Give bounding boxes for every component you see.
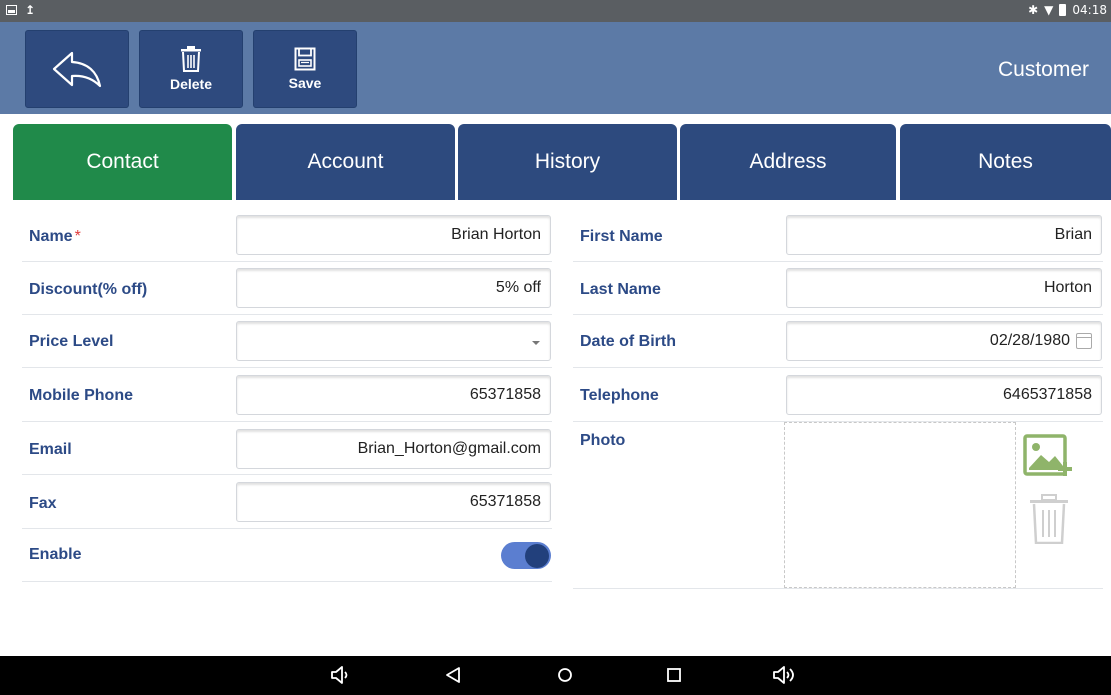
toggle-knob [525,543,549,568]
save-button[interactable]: Save [253,30,357,108]
back-button[interactable] [25,30,129,108]
fax-input[interactable]: 65371858 [236,482,551,522]
tab-contact[interactable]: Contact [13,124,232,200]
delete-label: Delete [169,76,213,92]
price-level-label: Price Level [29,333,114,350]
tab-account[interactable]: Account [236,124,455,200]
status-time: 04:18 [1072,3,1107,17]
email-input[interactable]: Brian_Horton@gmail.com [236,429,551,469]
mobile-phone-label: Mobile Phone [29,387,133,404]
discount-label: Discount(% off) [29,281,148,298]
date-of-birth-input[interactable]: 02/28/1980 [786,321,1102,361]
back-triangle-icon[interactable] [444,665,462,685]
email-label: Email [29,441,72,458]
back-arrow-icon [52,51,102,88]
tab-notes[interactable]: Notes [900,124,1111,200]
add-photo-icon[interactable] [1023,434,1073,482]
telephone-label: Telephone [580,387,659,404]
volume-down-icon[interactable] [330,665,352,685]
date-of-birth-value: 02/28/1980 [989,332,1070,349]
delete-photo-icon[interactable] [1029,494,1069,544]
home-circle-icon[interactable] [555,665,575,685]
screenshot-icon [6,5,17,15]
form-row-enable: Enable [22,529,552,582]
last-name-input[interactable]: Horton [786,268,1102,308]
bluetooth-icon: ✱ [1028,3,1039,17]
name-input[interactable]: Brian Horton [236,215,551,255]
discount-input[interactable]: 5% off [236,268,551,308]
date-of-birth-label: Date of Birth [580,333,676,350]
enable-toggle[interactable] [501,542,551,569]
page-title: Customer [997,58,1089,81]
first-name-label: First Name [580,228,663,245]
system-nav-bar [0,656,1111,695]
required-mark: * [74,228,81,245]
floppy-disk-icon [294,47,316,71]
delete-button[interactable]: Delete [139,30,243,108]
wifi-icon: ▼ [1044,3,1054,17]
trash-icon [181,46,201,72]
save-label: Save [288,75,322,91]
toolbar: Delete Save Customer [0,22,1111,114]
last-name-label: Last Name [580,281,661,298]
chevron-down-icon [532,341,540,345]
volume-up-icon[interactable] [772,665,798,685]
price-level-select[interactable] [236,321,551,361]
upload-icon: ↥ [25,3,36,17]
recents-square-icon[interactable] [664,665,684,685]
tab-bar: Contact Account History Address Notes [13,124,1111,200]
name-label: Name [29,228,73,245]
battery-icon [1059,4,1067,16]
calendar-icon[interactable] [1076,333,1092,349]
enable-label: Enable [29,546,82,563]
first-name-input[interactable]: Brian [786,215,1102,255]
photo-area[interactable] [784,422,1016,588]
tab-address[interactable]: Address [680,124,896,200]
mobile-phone-input[interactable]: 65371858 [236,375,551,415]
tab-history[interactable]: History [458,124,677,200]
photo-label: Photo [580,432,626,449]
status-bar: ↥ ✱ ▼ 04:18 [0,0,1111,22]
telephone-input[interactable]: 6465371858 [786,375,1102,415]
fax-label: Fax [29,495,57,512]
